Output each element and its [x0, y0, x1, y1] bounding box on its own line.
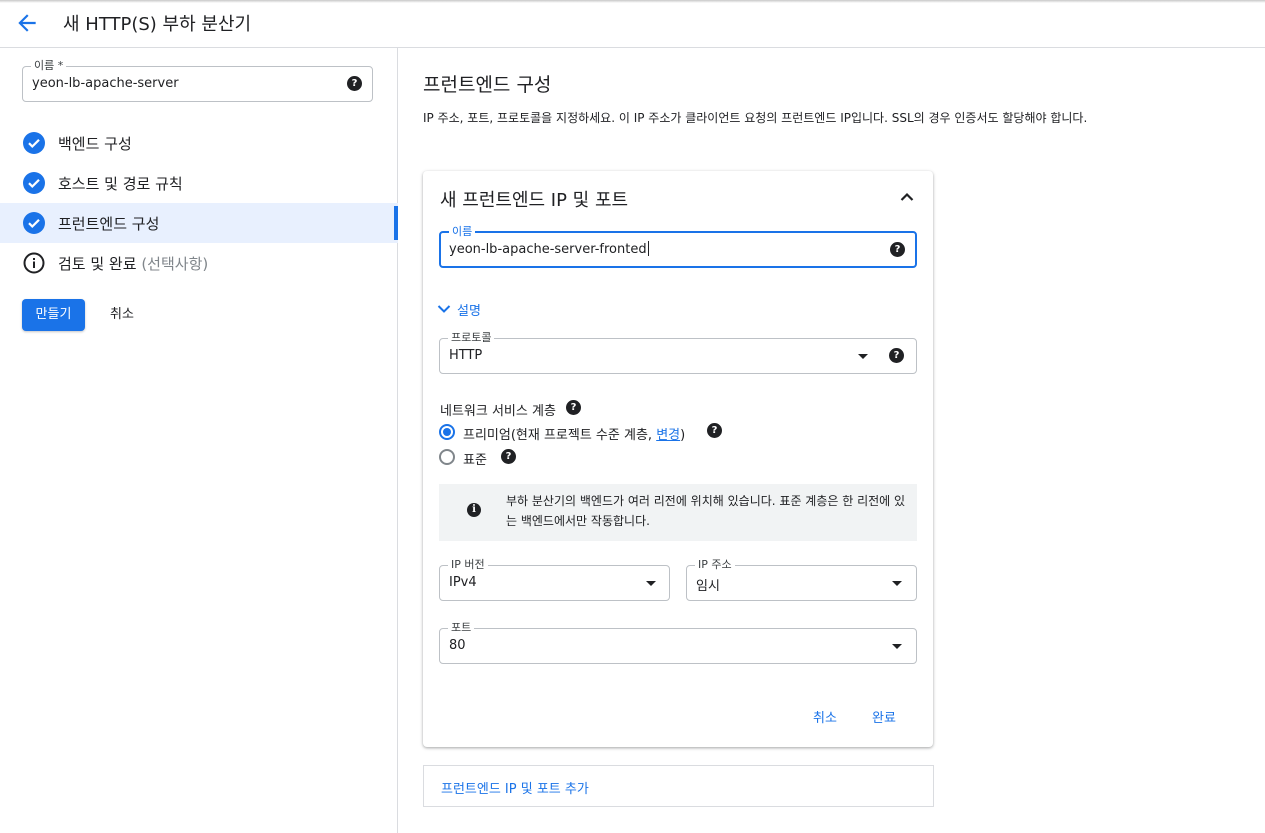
step-backend-config[interactable]: 백엔드 구성 — [0, 123, 398, 163]
ip-version-value: IPv4 — [449, 575, 477, 590]
add-frontend-ip-port-button[interactable]: 프런트엔드 IP 및 포트 추가 — [423, 765, 934, 807]
dropdown-arrow-icon — [892, 581, 902, 586]
frontend-name-label: 이름 — [449, 225, 476, 239]
ip-version-select[interactable]: IP 버전 IPv4 — [439, 558, 670, 601]
port-value: 80 — [449, 638, 466, 653]
wizard-sidebar: 이름 * yeon-lb-apache-server ? 백엔드 구성 호스트 … — [0, 48, 398, 833]
ip-version-label: IP 버전 — [448, 558, 488, 572]
protocol-select[interactable]: 프로토콜 HTTP ? — [439, 331, 917, 374]
help-icon[interactable]: ? — [501, 449, 516, 464]
text-caret — [647, 241, 649, 256]
step-optional-text: (선택사항) — [141, 255, 209, 273]
main-content: 프런트엔드 구성 IP 주소, 포트, 프로토콜을 지정하세요. 이 IP 주소… — [398, 48, 1265, 833]
network-tier-label-text: 네트워크 서비스 계층 — [440, 404, 556, 419]
port-label: 포트 — [448, 621, 475, 635]
dropdown-arrow-icon — [646, 581, 656, 586]
help-icon[interactable]: ? — [889, 348, 904, 363]
card-title: 새 프런트엔드 IP 및 포트 — [440, 190, 629, 211]
premium-tier-label: 프리미엄(현재 프로젝트 수준 계층, 변경) — [463, 424, 685, 443]
step-host-path-rules[interactable]: 호스트 및 경로 규칙 — [0, 163, 398, 203]
change-tier-link[interactable]: 변경 — [656, 428, 680, 443]
dropdown-arrow-icon — [858, 354, 868, 359]
standard-tier-label: 표준 — [463, 453, 487, 468]
page-header: 새 HTTP(S) 부하 분산기 — [0, 0, 1265, 48]
step-label: 백엔드 구성 — [58, 135, 132, 153]
help-icon[interactable]: ? — [890, 242, 905, 257]
step-label-text: 검토 및 완료 — [58, 255, 137, 273]
help-icon[interactable]: ? — [347, 76, 362, 91]
lb-name-field[interactable]: 이름 * yeon-lb-apache-server ? — [22, 59, 373, 102]
premium-tier-radio[interactable] — [439, 424, 455, 440]
network-tier-label: 네트워크 서비스 계층 — [440, 400, 556, 419]
port-select[interactable]: 포트 80 — [439, 621, 917, 664]
description-toggle-label: 설명 — [457, 304, 481, 319]
lb-name-label: 이름 * — [31, 59, 67, 73]
add-frontend-label: 프런트엔드 IP 및 포트 추가 — [441, 782, 589, 797]
page-title: 새 HTTP(S) 부하 분산기 — [63, 14, 252, 35]
dropdown-arrow-icon — [892, 644, 902, 649]
info-icon: i — [467, 503, 481, 517]
card-done-button[interactable]: 완료 — [872, 707, 896, 726]
frontend-name-value: yeon-lb-apache-server-fronted — [449, 242, 647, 257]
info-banner-text: 부하 분산기의 백엔드가 여러 리전에 위치해 있습니다. 표준 계층은 한 리… — [506, 494, 906, 528]
step-review-finish[interactable]: 검토 및 완료 (선택사항) — [0, 243, 398, 283]
ip-address-label: IP 주소 — [695, 558, 735, 572]
section-description: IP 주소, 포트, 프로토콜을 지정하세요. 이 IP 주소가 클라이언트 요… — [423, 111, 1088, 125]
help-icon[interactable]: ? — [566, 400, 581, 415]
step-label: 검토 및 완료 (선택사항) — [58, 253, 208, 274]
frontend-name-input[interactable]: yeon-lb-apache-server-fronted — [449, 241, 649, 257]
ip-address-select[interactable]: IP 주소 임시 — [686, 558, 917, 601]
frontend-name-field[interactable]: 이름 yeon-lb-apache-server-fronted ? — [439, 225, 917, 268]
protocol-label: 프로토콜 — [448, 331, 495, 345]
premium-tier-text: 프리미엄(현재 프로젝트 수준 계층, — [463, 428, 657, 443]
help-icon[interactable]: ? — [707, 423, 722, 438]
check-circle-icon — [23, 212, 45, 234]
protocol-value: HTTP — [449, 348, 483, 363]
premium-tier-suffix: ) — [680, 428, 686, 443]
check-circle-icon — [23, 172, 45, 194]
frontend-ip-port-card: 새 프런트엔드 IP 및 포트 이름 yeon-lb-apache-server… — [423, 171, 933, 747]
step-label: 호스트 및 경로 규칙 — [58, 175, 183, 193]
standard-tier-radio[interactable] — [439, 449, 455, 465]
info-outline-icon — [23, 252, 45, 274]
back-arrow-icon[interactable] — [14, 10, 40, 36]
info-banner: i 부하 분산기의 백엔드가 여러 리전에 위치해 있습니다. 표준 계층은 한… — [439, 484, 917, 541]
lb-name-value[interactable]: yeon-lb-apache-server — [32, 76, 179, 91]
check-circle-icon — [23, 132, 45, 154]
section-title: 프런트엔드 구성 — [423, 74, 552, 96]
ip-address-value: 임시 — [696, 579, 720, 594]
chevron-down-icon — [437, 305, 451, 313]
cancel-button[interactable]: 취소 — [100, 299, 144, 331]
step-label: 프런트엔드 구성 — [58, 215, 160, 233]
chevron-up-icon[interactable] — [897, 187, 917, 207]
create-button[interactable]: 만들기 — [22, 299, 85, 331]
card-cancel-button[interactable]: 취소 — [813, 707, 837, 726]
step-frontend-config[interactable]: 프런트엔드 구성 — [0, 203, 398, 243]
